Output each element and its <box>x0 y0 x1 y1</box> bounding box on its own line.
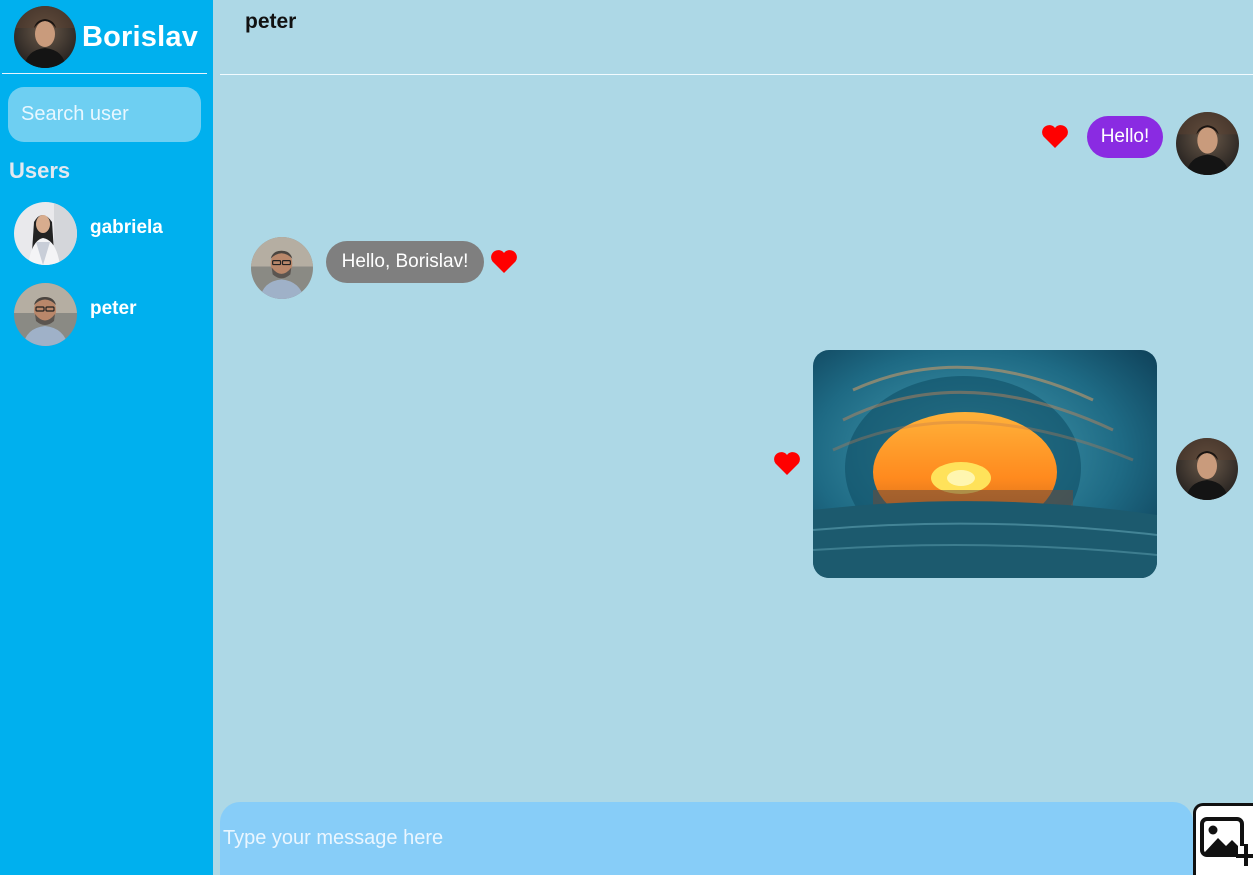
sidebar: Borislav Users gabriela peter <box>0 0 213 875</box>
message-bubble-outgoing: Hello! <box>1087 116 1163 158</box>
header-divider <box>220 74 1253 75</box>
current-user-name: Borislav <box>82 20 199 53</box>
sidebar-user-label: peter <box>90 297 137 319</box>
avatar-borislav <box>1176 112 1239 175</box>
avatar-peter <box>251 237 313 299</box>
avatar-borislav <box>1176 438 1238 500</box>
message-image[interactable] <box>813 350 1157 578</box>
current-user-header: Borislav <box>14 6 198 68</box>
like-heart-icon[interactable] <box>1041 124 1069 149</box>
sidebar-user-gabriela[interactable]: gabriela <box>14 202 163 265</box>
sidebar-user-label: gabriela <box>90 216 163 238</box>
sidebar-divider <box>2 73 207 74</box>
avatar-peter <box>14 283 77 346</box>
ocean-wave-image <box>813 350 1157 578</box>
like-heart-icon[interactable] <box>490 249 518 274</box>
message-text: Hello! <box>1100 126 1150 147</box>
message-bubble-incoming: Hello, Borislav! <box>326 241 484 283</box>
message-input[interactable] <box>220 802 1193 875</box>
avatar-borislav <box>14 6 76 68</box>
search-input[interactable] <box>8 87 201 142</box>
like-heart-icon[interactable] <box>773 451 801 476</box>
attach-image-button[interactable] <box>1193 803 1253 875</box>
add-image-icon <box>1200 817 1253 866</box>
avatar-gabriela <box>14 202 77 265</box>
sidebar-user-peter[interactable]: peter <box>14 283 136 346</box>
chat-title: peter <box>245 10 297 33</box>
users-heading: Users <box>9 158 71 183</box>
message-text: Hello, Borislav! <box>341 251 469 272</box>
